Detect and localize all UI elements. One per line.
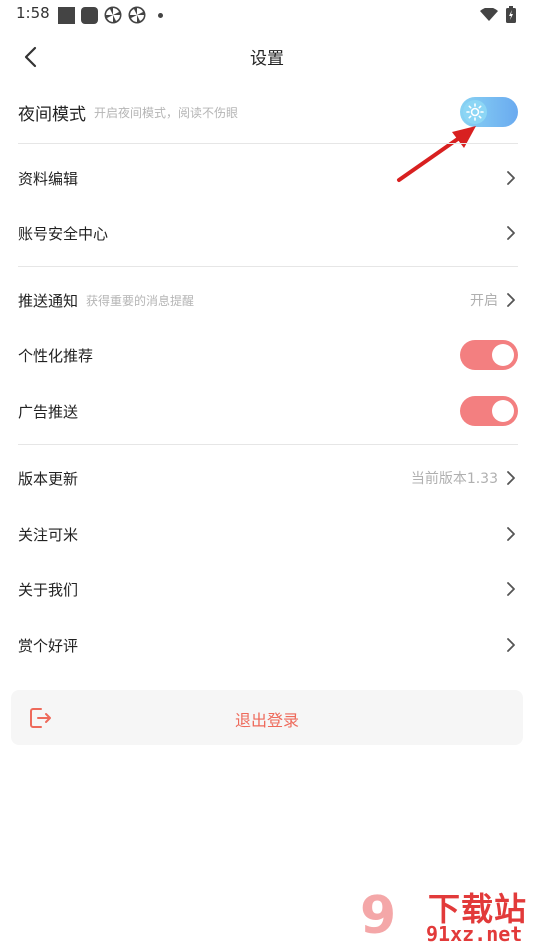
personalized-recommend-label: 个性化推荐 bbox=[18, 346, 94, 365]
notification-square-icon bbox=[58, 6, 75, 24]
push-notifications-row[interactable]: 推送通知 获得重要的消息提醒 开启 bbox=[18, 272, 518, 328]
logout-button[interactable]: 退出登录 bbox=[11, 690, 523, 745]
version-update-row[interactable]: 版本更新 当前版本1.33 bbox=[18, 450, 518, 506]
wifi-icon bbox=[480, 7, 498, 21]
notification-icons bbox=[58, 6, 163, 24]
account-security-label: 账号安全中心 bbox=[18, 224, 109, 243]
chevron-right-icon bbox=[507, 171, 515, 185]
status-time: 1:58 bbox=[16, 4, 50, 22]
ad-push-row: 广告推送 bbox=[18, 383, 518, 439]
watermark-domain: 91xz.net bbox=[426, 922, 523, 946]
logout-label: 退出登录 bbox=[234, 711, 299, 730]
ad-push-toggle[interactable] bbox=[460, 396, 518, 426]
ad-push-label: 广告推送 bbox=[18, 402, 79, 421]
notification-app-icon bbox=[81, 6, 98, 24]
chevron-right-icon bbox=[507, 527, 515, 541]
battery-icon bbox=[506, 6, 516, 23]
personalized-recommend-toggle[interactable] bbox=[460, 340, 518, 370]
current-version: 当前版本1.33 bbox=[410, 471, 498, 487]
chevron-right-icon bbox=[507, 471, 515, 485]
more-notifications-dot-icon bbox=[158, 12, 163, 18]
about-us-label: 关于我们 bbox=[18, 580, 79, 599]
chevron-right-icon bbox=[507, 582, 515, 596]
system-icons bbox=[480, 6, 516, 23]
section-divider bbox=[18, 143, 518, 144]
page-title: 设置 bbox=[250, 49, 284, 69]
night-mode-label: 夜间模式 bbox=[18, 104, 86, 125]
push-notifications-label: 推送通知 bbox=[18, 291, 79, 310]
rate-app-row[interactable]: 赏个好评 bbox=[18, 617, 518, 673]
push-notifications-hint: 获得重要的消息提醒 bbox=[86, 293, 195, 308]
push-notifications-status: 开启 bbox=[470, 293, 498, 309]
about-us-row[interactable]: 关于我们 bbox=[18, 561, 518, 617]
rate-app-label: 赏个好评 bbox=[18, 636, 79, 655]
watermark-logo-icon: 9 bbox=[360, 886, 397, 946]
night-mode-hint: 开启夜间模式，阅读不伤眼 bbox=[94, 105, 239, 120]
site-watermark: 9 下载站 91xz.net bbox=[360, 884, 532, 948]
profile-edit-label: 资料编辑 bbox=[18, 169, 79, 188]
toggle-knob bbox=[492, 400, 514, 422]
section-divider bbox=[18, 266, 518, 267]
sun-icon bbox=[463, 100, 487, 124]
profile-edit-row[interactable]: 资料编辑 bbox=[18, 150, 518, 206]
personalized-recommend-row: 个性化推荐 bbox=[18, 327, 518, 383]
section-divider bbox=[18, 444, 518, 445]
chevron-right-icon bbox=[507, 293, 515, 307]
follow-kemi-row[interactable]: 关注可米 bbox=[18, 506, 518, 562]
top-navigation-bar: 设置 bbox=[0, 34, 534, 78]
toggle-knob bbox=[492, 344, 514, 366]
status-bar: 1:58 bbox=[0, 0, 534, 30]
notification-pinwheel-icon bbox=[128, 6, 146, 24]
version-update-label: 版本更新 bbox=[18, 469, 79, 488]
chevron-right-icon bbox=[507, 226, 515, 240]
account-security-row[interactable]: 账号安全中心 bbox=[18, 205, 518, 261]
notification-pinwheel-icon bbox=[104, 6, 122, 24]
chevron-right-icon bbox=[507, 638, 515, 652]
follow-kemi-label: 关注可米 bbox=[18, 525, 79, 544]
